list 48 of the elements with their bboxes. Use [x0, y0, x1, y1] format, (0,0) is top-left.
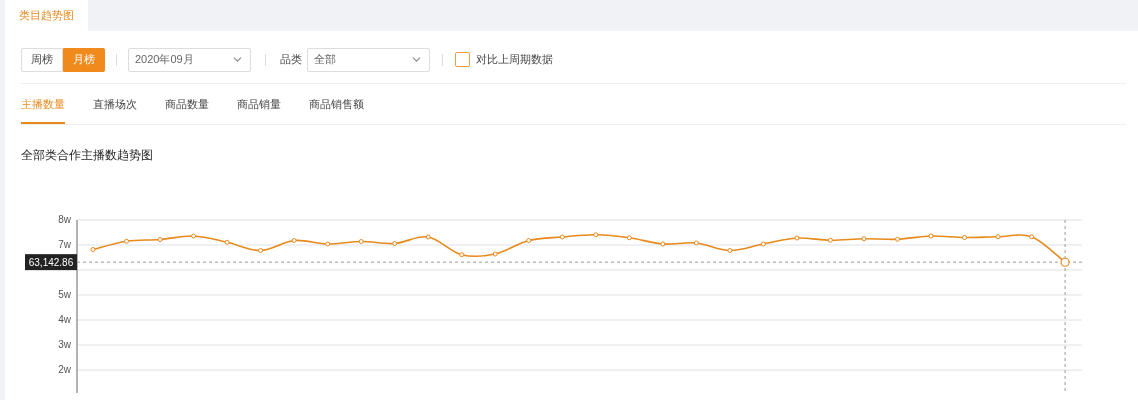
compare-label: 对比上周期数据: [476, 52, 553, 68]
data-point: [224, 239, 230, 245]
data-point: [928, 233, 934, 239]
y-tick-label: 3w: [58, 339, 71, 350]
data-point: [258, 248, 264, 253]
metric-tab[interactable]: 商品销量: [237, 84, 281, 124]
data-point: [124, 238, 129, 244]
data-point: [861, 236, 867, 242]
data-point: [660, 241, 666, 247]
data-point: [358, 239, 364, 244]
y-tick-label: 2w: [58, 364, 71, 375]
category-label: 品类: [280, 52, 302, 68]
data-point: [1029, 234, 1035, 240]
y-tick-label: 4w: [58, 314, 71, 325]
data-point: [626, 235, 632, 241]
data-point: [90, 247, 96, 252]
metric-tab[interactable]: 直播场次: [93, 84, 137, 124]
data-point: [392, 241, 398, 246]
data-point: [425, 234, 431, 240]
data-point: [325, 241, 331, 247]
data-point: [760, 241, 766, 247]
data-point: [492, 251, 498, 257]
period-toggle-button[interactable]: 周榜: [21, 47, 63, 72]
category-select[interactable]: 全部: [307, 47, 430, 72]
data-point: [593, 232, 599, 238]
reference-value-label: 63,142.86: [25, 254, 77, 271]
data-point: [157, 237, 163, 242]
month-select[interactable]: 2020年09月: [128, 47, 251, 72]
y-tick-label: 5w: [58, 289, 71, 300]
y-tick-label: 7w: [58, 239, 71, 250]
data-point: [559, 234, 565, 240]
data-point: [995, 234, 1001, 240]
data-point: [962, 235, 967, 240]
y-tick-label: 8w: [58, 214, 71, 225]
data-point: [526, 238, 532, 243]
compare-checkbox[interactable]: [455, 52, 470, 67]
chart-title: 全部类合作主播数趋势图: [21, 147, 153, 163]
data-point: [827, 237, 833, 243]
highlighted-point: [1060, 257, 1070, 267]
metric-tab[interactable]: 商品销售额: [309, 84, 364, 124]
data-point: [794, 235, 800, 241]
data-point: [895, 236, 900, 242]
data-point: [291, 238, 297, 243]
data-point: [191, 233, 197, 239]
metric-tab[interactable]: 商品数量: [165, 84, 209, 124]
data-point: [693, 240, 699, 246]
data-point: [727, 248, 733, 253]
data-point: [459, 252, 465, 258]
